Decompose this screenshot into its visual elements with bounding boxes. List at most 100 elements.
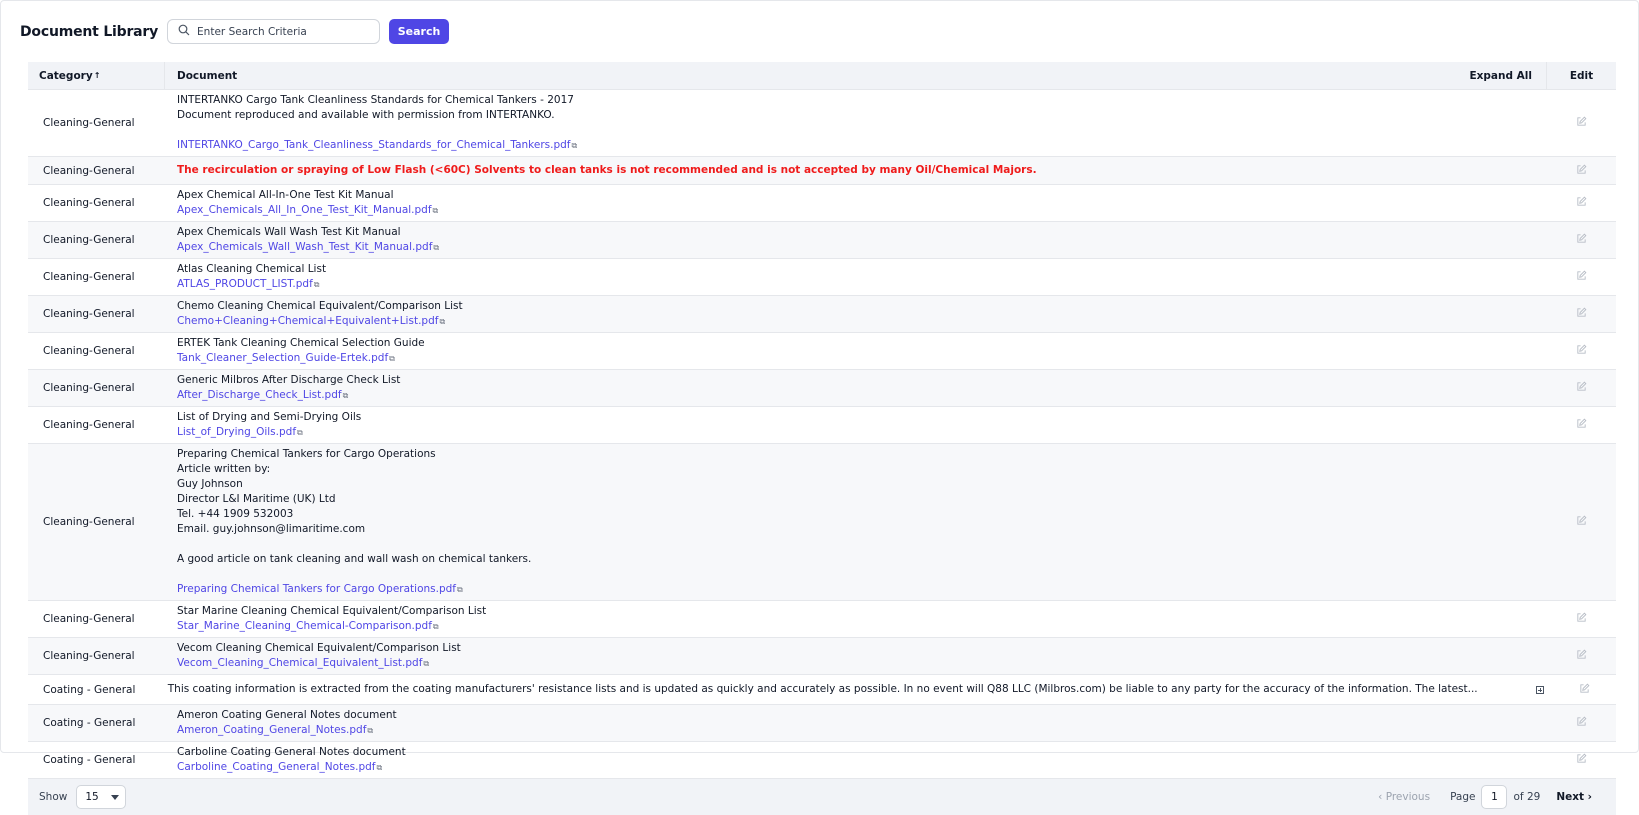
edit-cell: [1547, 157, 1616, 184]
expand-cell: [1467, 742, 1547, 778]
document-text: Document reproduced and available with p…: [177, 109, 555, 121]
search-icon: [178, 24, 190, 39]
search-field[interactable]: [167, 19, 381, 44]
table-footer: Show 15 ‹ Previous Page 1 of 29 Next ›: [28, 779, 1616, 815]
edit-icon[interactable]: [1576, 716, 1587, 730]
column-header-edit: Edit: [1569, 69, 1594, 82]
category-cell: Cleaning-General: [43, 164, 135, 177]
category-cell: Coating - General: [43, 717, 136, 729]
page-size-value: 15: [85, 791, 99, 803]
edit-icon[interactable]: [1576, 233, 1587, 247]
page-size-select[interactable]: 15: [76, 785, 127, 809]
edit-icon[interactable]: [1576, 270, 1587, 284]
document-link[interactable]: Vecom_Cleaning_Chemical_Equivalent_List.…: [177, 657, 422, 669]
document-text: Email. guy.johnson@limaritime.com: [177, 523, 366, 535]
page-number-input[interactable]: 1: [1481, 785, 1508, 809]
expand-icon[interactable]: [1536, 685, 1545, 694]
document-link-line: Preparing Chemical Tankers for Cargo Ope…: [177, 582, 1467, 597]
edit-icon[interactable]: [1576, 515, 1587, 529]
document-link-line: Star_Marine_Cleaning_Chemical-Comparison…: [177, 619, 1467, 634]
document-link[interactable]: Star_Marine_Cleaning_Chemical-Comparison…: [177, 620, 432, 632]
document-link[interactable]: ATLAS_PRODUCT_LIST.pdf: [177, 278, 313, 290]
paperclip-icon: ⧉: [342, 391, 349, 400]
table-header: Category ↑ Document Expand All Edit: [28, 62, 1616, 90]
expand-cell: [1467, 638, 1547, 674]
expand-cell: [1467, 444, 1547, 600]
edit-cell: [1547, 296, 1616, 332]
document-link[interactable]: INTERTANKO_Cargo_Tank_Cleanliness_Standa…: [177, 139, 571, 151]
document-link[interactable]: Preparing Chemical Tankers for Cargo Ope…: [177, 583, 456, 595]
paperclip-icon: ⧉: [439, 317, 446, 326]
table-row: Cleaning-General Preparing Chemical Tanke…: [28, 444, 1616, 601]
edit-icon[interactable]: [1579, 683, 1590, 697]
column-header-category[interactable]: Category ↑: [28, 62, 165, 89]
document-link[interactable]: Tank_Cleaner_Selection_Guide-Ertek.pdf: [177, 352, 388, 364]
document-cell: Ameron Coating General Notes document Ame…: [165, 705, 1467, 741]
document-link[interactable]: Apex_Chemicals_Wall_Wash_Test_Kit_Manual…: [177, 241, 432, 253]
table-row: Cleaning-General ERTEK Tank Cleaning Chem…: [28, 333, 1616, 370]
category-cell: Coating - General: [43, 683, 136, 696]
document-cell: Preparing Chemical Tankers for Cargo Ope…: [165, 444, 1467, 600]
document-title: Atlas Cleaning Chemical List: [177, 263, 327, 275]
document-title: Preparing Chemical Tankers for Cargo Ope…: [177, 448, 436, 460]
document-link-line: Vecom_Cleaning_Chemical_Equivalent_List.…: [177, 656, 1467, 671]
page-title: Document Library: [20, 23, 159, 40]
document-link[interactable]: Carboline_Coating_General_Notes.pdf: [177, 761, 376, 773]
table-row: Cleaning-General Star Marine Cleaning Che…: [28, 601, 1616, 638]
document-cell: List of Drying and Semi-Drying Oils List_…: [165, 407, 1467, 443]
document-link-line: INTERTANKO_Cargo_Tank_Cleanliness_Standa…: [177, 138, 1467, 153]
document-title: Apex Chemicals Wall Wash Test Kit Manual: [177, 226, 401, 238]
expand-cell: [1467, 407, 1547, 443]
edit-icon[interactable]: [1576, 381, 1587, 395]
document-text: Article written by:: [177, 463, 271, 475]
document-link[interactable]: Apex_Chemicals_All_In_One_Test_Kit_Manua…: [177, 204, 432, 216]
category-cell: Cleaning-General: [43, 516, 135, 528]
paperclip-icon: ⧉: [433, 243, 440, 252]
pagination: ‹ Previous Page 1 of 29 Next ›: [1378, 779, 1592, 815]
previous-page-button[interactable]: ‹ Previous: [1378, 791, 1430, 803]
document-link[interactable]: Ameron_Coating_General_Notes.pdf: [177, 724, 366, 736]
document-text: Director L&I Maritime (UK) Ltd: [177, 493, 336, 505]
expand-cell: [1467, 601, 1547, 637]
document-link[interactable]: Chemo+Cleaning+Chemical+Equivalent+List.…: [177, 315, 438, 327]
table-row: Coating - General This coating informatio…: [28, 675, 1616, 705]
document-title: ERTEK Tank Cleaning Chemical Selection G…: [177, 337, 425, 349]
edit-icon[interactable]: [1576, 164, 1587, 178]
document-cell: Chemo Cleaning Chemical Equivalent/Compa…: [165, 296, 1467, 332]
expand-cell: [1467, 259, 1547, 295]
document-cell: ERTEK Tank Cleaning Chemical Selection G…: [165, 333, 1467, 369]
expand-cell: [1467, 333, 1547, 369]
edit-cell: [1547, 370, 1616, 406]
edit-icon[interactable]: [1576, 612, 1587, 626]
expand-cell: [1467, 157, 1547, 184]
paperclip-icon: ⧉: [571, 141, 578, 150]
edit-cell: [1547, 259, 1616, 295]
search-button[interactable]: Search: [389, 19, 450, 44]
search-input[interactable]: [197, 25, 368, 38]
next-label: Next: [1556, 791, 1585, 803]
category-cell: Cleaning-General: [43, 234, 135, 246]
paperclip-icon: ⧉: [367, 726, 374, 735]
edit-icon[interactable]: [1576, 753, 1587, 767]
edit-icon[interactable]: [1576, 116, 1587, 130]
table-row: Cleaning-General INTERTANKO Cargo Tank Cl…: [28, 90, 1616, 157]
column-header-document[interactable]: Document: [165, 62, 1467, 89]
edit-icon[interactable]: [1576, 649, 1587, 663]
edit-icon[interactable]: [1576, 344, 1587, 358]
document-link-line: Chemo+Cleaning+Chemical+Equivalent+List.…: [177, 314, 1467, 329]
edit-icon[interactable]: [1576, 196, 1587, 210]
edit-icon[interactable]: [1576, 307, 1587, 321]
expand-all-button[interactable]: Expand All: [1467, 62, 1547, 89]
chevron-right-icon: ›: [1584, 791, 1592, 803]
document-link[interactable]: List_of_Drying_Oils.pdf: [177, 426, 296, 438]
next-page-button[interactable]: Next ›: [1556, 791, 1592, 803]
table-row: Coating - General Carboline Coating Gener…: [28, 742, 1616, 779]
chevron-left-icon: ‹: [1378, 791, 1386, 803]
category-cell: Cleaning-General: [43, 382, 135, 394]
table-body: Cleaning-General INTERTANKO Cargo Tank Cl…: [28, 90, 1616, 779]
table-row: Cleaning-General Apex Chemicals Wall Wash…: [28, 222, 1616, 259]
document-link[interactable]: After_Discharge_Check_List.pdf: [177, 389, 342, 401]
edit-icon[interactable]: [1576, 418, 1587, 432]
